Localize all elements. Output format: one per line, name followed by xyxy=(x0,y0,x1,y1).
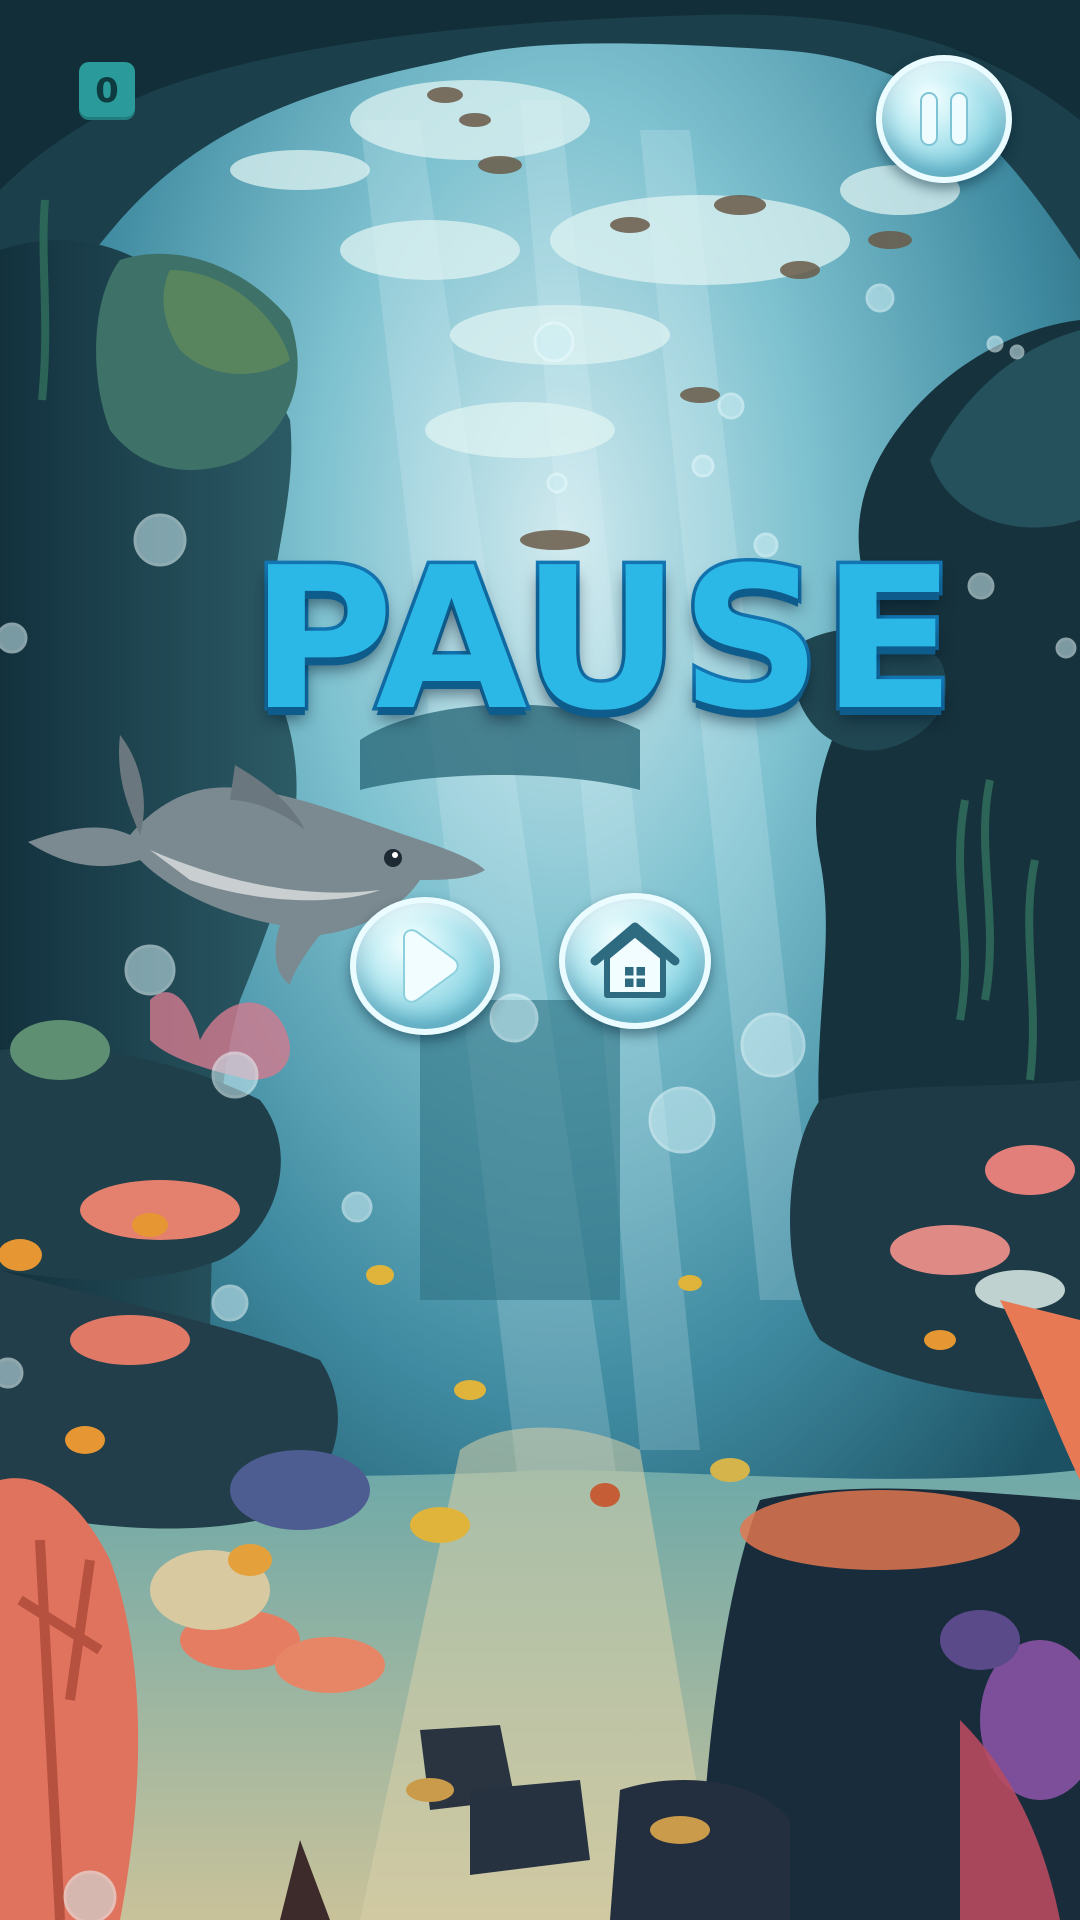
score-value: 0 xyxy=(95,71,119,111)
play-icon xyxy=(403,929,459,1003)
pause-title: PAUSE xyxy=(247,526,960,754)
score-badge: 0 xyxy=(79,62,135,120)
home-button[interactable] xyxy=(559,893,711,1029)
pause-icon xyxy=(920,92,968,146)
home-icon xyxy=(590,922,680,998)
pause-button[interactable] xyxy=(876,55,1012,183)
resume-button[interactable] xyxy=(350,897,500,1035)
pause-overlay: 0 PAUSE xyxy=(0,0,1080,1920)
